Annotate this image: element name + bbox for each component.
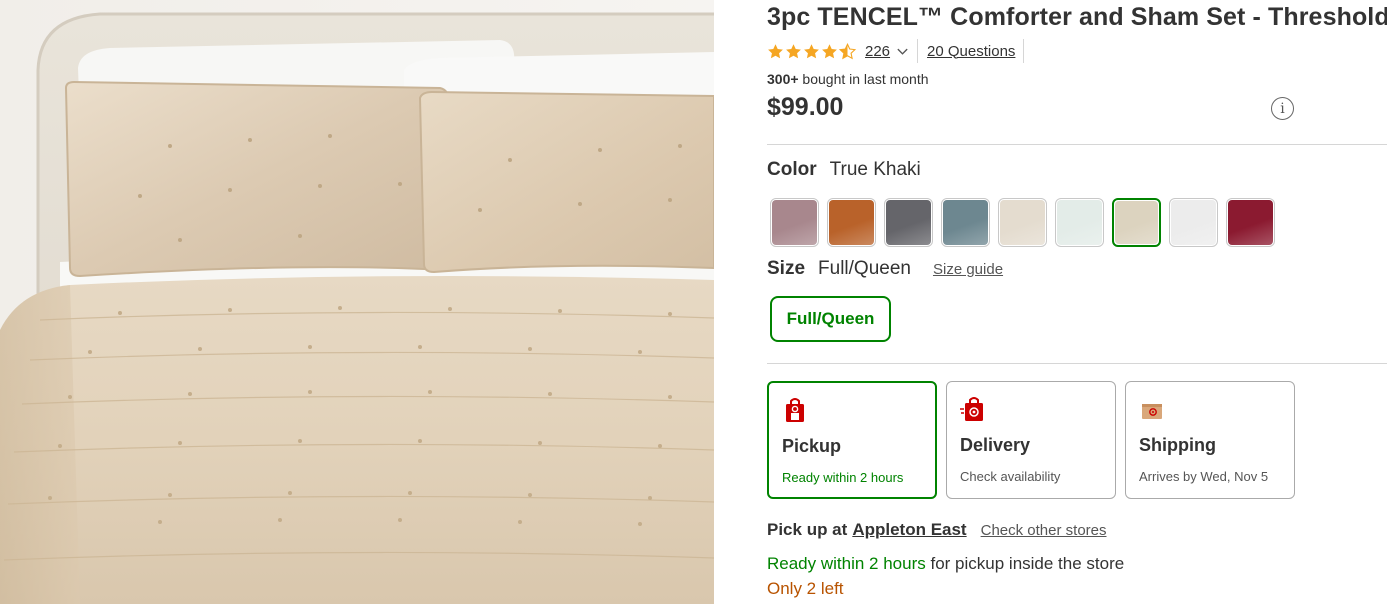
- fulfillment-title: Delivery: [960, 435, 1031, 455]
- pickup-bag-icon: [786, 398, 804, 422]
- swatch-fill: [1000, 200, 1045, 245]
- fulfillment-subtitle: Check availability: [960, 469, 1061, 484]
- pickup-ready-text: Ready within 2 hours for pickup inside t…: [767, 554, 1124, 574]
- rating-count-link[interactable]: 226: [865, 43, 890, 60]
- color-swatch-white[interactable]: [1169, 198, 1218, 247]
- separator: [917, 39, 919, 63]
- product-title: 3pc TENCEL™ Comforter and Sham Set - Thr…: [767, 3, 1387, 31]
- pickup-prefix: Pick up at: [767, 520, 848, 539]
- star-half-icon: [839, 42, 856, 59]
- color-swatch-cream[interactable]: [998, 198, 1047, 247]
- color-swatch-slate-blue[interactable]: [941, 198, 990, 247]
- price: $99.00: [767, 93, 844, 121]
- fulfillment-subtitle: Ready within 2 hours: [782, 470, 904, 485]
- color-value: True Khaki: [829, 159, 921, 180]
- delivery-bag-icon: [960, 397, 983, 421]
- product-photo: [0, 0, 714, 604]
- color-swatch-true-khaki[interactable]: [1112, 198, 1161, 247]
- size-guide-link[interactable]: Size guide: [933, 261, 1003, 278]
- swatch-fill: [1115, 201, 1158, 244]
- bought-count: 300+ bought in last month: [767, 71, 929, 87]
- info-icon[interactable]: i: [1271, 97, 1294, 120]
- fulfillment-subtitle: Arrives by Wed, Nov 5: [1139, 469, 1269, 484]
- swatch-fill: [943, 200, 988, 245]
- pickup-store-row: Pick up at Appleton East Check other sto…: [767, 520, 1107, 540]
- fulfillment-delivery-card[interactable]: Delivery Check availability: [946, 381, 1116, 499]
- ready-detail: for pickup inside the store: [925, 554, 1125, 573]
- fulfillment-shipping-card[interactable]: Shipping Arrives by Wed, Nov 5: [1125, 381, 1295, 499]
- swatch-fill: [1057, 200, 1102, 245]
- stock-status: Only 2 left: [767, 579, 844, 598]
- questions-link[interactable]: 20 Questions: [927, 43, 1015, 60]
- color-selector-label: Color True Khaki: [767, 159, 921, 181]
- swatch-fill: [886, 200, 931, 245]
- swatch-fill: [1228, 200, 1273, 245]
- size-label: Size: [767, 258, 806, 279]
- size-selector-label: Size Full/Queen Size guide: [767, 258, 1003, 280]
- divider: [767, 363, 1387, 364]
- rating-row: 226 20 Questions: [767, 39, 1025, 63]
- size-option-full-queen[interactable]: Full/Queen: [770, 296, 891, 342]
- check-other-stores-link[interactable]: Check other stores: [981, 522, 1107, 539]
- product-details: 3pc TENCEL™ Comforter and Sham Set - Thr…: [767, 0, 1387, 604]
- color-swatch-mauve[interactable]: [770, 198, 819, 247]
- bought-count-text: bought in last month: [798, 71, 929, 87]
- star-full-icon: [822, 43, 837, 58]
- star-full-icon: [768, 43, 783, 58]
- swatch-fill: [1171, 200, 1216, 245]
- color-swatch-burgundy[interactable]: [1226, 198, 1275, 247]
- fulfillment-title: Shipping: [1139, 435, 1216, 455]
- color-swatch-charcoal[interactable]: [884, 198, 933, 247]
- separator: [1023, 39, 1025, 63]
- fulfillment-pickup-card[interactable]: Pickup Ready within 2 hours: [767, 381, 937, 499]
- color-swatch-sage-white[interactable]: [1055, 198, 1104, 247]
- swatch-fill: [829, 200, 874, 245]
- fulfillment-title: Pickup: [782, 436, 842, 456]
- shipping-box-icon: [1142, 404, 1162, 419]
- star-full-icon: [804, 43, 819, 58]
- size-value: Full/Queen: [818, 258, 911, 279]
- star-rating[interactable]: [767, 42, 856, 60]
- color-swatches: [770, 198, 1275, 247]
- color-swatch-rust[interactable]: [827, 198, 876, 247]
- star-full-icon: [786, 43, 801, 58]
- swatch-fill: [772, 200, 817, 245]
- store-name-link[interactable]: Appleton East: [852, 520, 966, 540]
- ready-time: Ready within 2 hours: [767, 554, 926, 573]
- chevron-down-icon[interactable]: [896, 45, 909, 58]
- color-label: Color: [767, 159, 817, 180]
- bought-count-number: 300+: [767, 71, 799, 87]
- product-image[interactable]: [0, 0, 714, 604]
- divider: [767, 144, 1387, 145]
